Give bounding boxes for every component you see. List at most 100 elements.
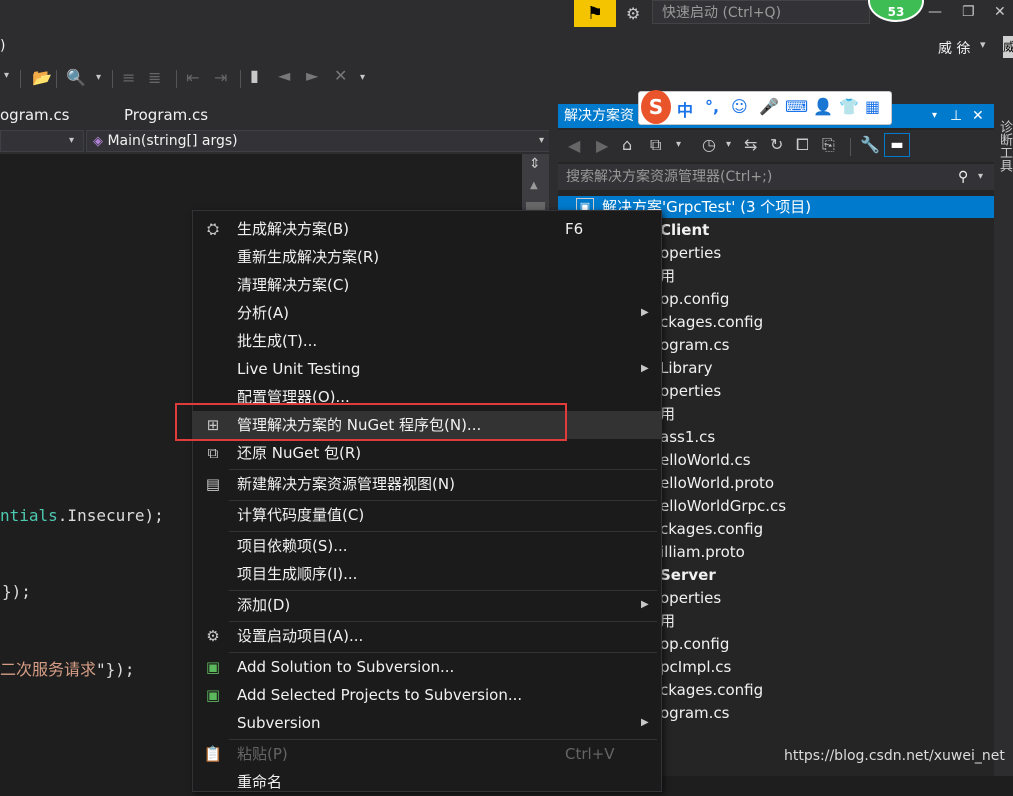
find-icon[interactable]: 🔍 [66, 68, 86, 87]
diagnostic-tools-strip[interactable]: 诊断工具 [994, 64, 1013, 776]
chevron-down-icon[interactable]: ▾ [726, 139, 731, 150]
menu-item-build[interactable]: ⛭ 生成解决方案(B) F6 [193, 215, 661, 243]
restore-button[interactable]: ❐ [962, 4, 975, 20]
menu-item-build-order[interactable]: 项目生成顺序(I)... [193, 560, 661, 588]
menu-item-batch-build[interactable]: 批生成(T)... [193, 327, 661, 355]
split-icon[interactable]: ⇕ [529, 156, 541, 172]
menu-item-new-view[interactable]: ▤ 新建解决方案资源管理器视图(N) [193, 470, 661, 498]
menu-item-code-metrics[interactable]: 计算代码度量值(C) [193, 501, 661, 529]
refresh-icon[interactable]: ↻ [770, 135, 783, 154]
toolbar-separator [56, 70, 57, 88]
ime-punctuation-toggle[interactable]: °, [705, 97, 719, 116]
tree-item[interactable]: ckages.config [660, 679, 990, 702]
emoji-icon[interactable]: ☺ [731, 97, 748, 116]
tree-item[interactable]: ass1.cs [660, 426, 990, 449]
next-bookmark-icon[interactable]: ► [306, 66, 318, 85]
prev-bookmark-icon[interactable]: ◄ [278, 66, 290, 85]
tree-item[interactable]: ogram.cs [660, 702, 990, 725]
user-name[interactable]: 威 徐 [938, 38, 970, 58]
menu-item-rename[interactable]: 重命名 [193, 768, 661, 796]
chevron-down-icon[interactable]: ▾ [676, 139, 681, 150]
menu-item-restore-nuget[interactable]: ⧉ 还原 NuGet 包(R) [193, 439, 661, 467]
forward-icon[interactable]: ▶ [596, 136, 608, 155]
chevron-down-icon[interactable]: ▾ [360, 72, 365, 83]
search-icon[interactable]: ⚲ [958, 164, 968, 190]
menu-item-add-solution-svn[interactable]: ▣ Add Solution to Subversion... [193, 653, 661, 681]
tree-item[interactable]: pcImpl.cs [660, 656, 990, 679]
tree-item[interactable]: elloWorld.proto [660, 472, 990, 495]
microphone-icon[interactable]: 🎤 [759, 97, 779, 116]
menu-item-rebuild[interactable]: 重新生成解决方案(R) [193, 243, 661, 271]
outdent-icon[interactable]: ⇤ [186, 68, 199, 87]
feedback-flag-icon[interactable]: ⚑ [574, 0, 616, 27]
tree-item[interactable]: Client [660, 219, 990, 242]
scroll-up-icon[interactable]: ▲ [530, 180, 538, 191]
type-dropdown[interactable]: ▾ [0, 130, 84, 152]
tree-item[interactable]: operties [660, 242, 990, 265]
chevron-down-icon[interactable]: ▾ [4, 70, 9, 81]
member-dropdown[interactable]: ◈ Main(string[] args) ▾ [86, 130, 550, 152]
indent-icon[interactable]: ⇥ [214, 68, 227, 87]
ime-toolbar[interactable]: S 中 °, ☺ 🎤 ⌨ 👤 👕 ▦ [638, 90, 892, 125]
properties-wrench-icon[interactable]: 🔧 [860, 135, 880, 154]
minimize-button[interactable]: — [928, 4, 942, 20]
chevron-down-icon[interactable]: ▾ [96, 72, 101, 83]
tab-program-cs[interactable]: Program.cs [124, 106, 208, 124]
menu-item-set-startup[interactable]: ⚙ 设置启动项目(A)... [193, 622, 661, 650]
tree-item[interactable]: ckages.config [660, 518, 990, 541]
menu-item-paste[interactable]: 📋 粘贴(P) Ctrl+V [193, 740, 661, 768]
chevron-down-icon[interactable]: ▾ [978, 164, 983, 190]
switch-views-icon[interactable]: ⧉ [650, 135, 661, 155]
tree-item[interactable]: ogram.cs [660, 334, 990, 357]
tree-item[interactable]: 用 [660, 610, 990, 633]
clear-bookmarks-icon[interactable]: ✕ [334, 66, 347, 85]
bookmark-icon[interactable]: ▮ [250, 66, 259, 85]
keyboard-icon[interactable]: ⌨ [785, 97, 808, 116]
menu-item-add-projects-svn[interactable]: ▣ Add Selected Projects to Subversion... [193, 681, 661, 709]
tree-item[interactable]: elloWorld.cs [660, 449, 990, 472]
back-icon[interactable]: ◀ [568, 136, 580, 155]
avatar[interactable]: 威 [1003, 36, 1013, 58]
tree-item[interactable]: 用 [660, 403, 990, 426]
solution-explorer-search[interactable]: 搜索解决方案资源管理器(Ctrl+;) ⚲ ▾ [558, 164, 994, 190]
skin-icon[interactable]: 👕 [839, 97, 859, 116]
quick-launch-input[interactable]: 快速启动 (Ctrl+Q) [652, 0, 870, 24]
collapse-all-icon[interactable]: ⧠ [796, 135, 809, 155]
tab-program-cs-left[interactable]: ogram.cs [0, 106, 70, 124]
tree-item[interactable]: op.config [660, 633, 990, 656]
tree-item[interactable]: op.config [660, 288, 990, 311]
diagnostic-tools-tab[interactable]: 诊断工具 [995, 120, 1013, 172]
panel-close-icon[interactable]: ✕ [972, 104, 984, 128]
tree-item[interactable]: 用 [660, 265, 990, 288]
comment-icon[interactable]: ≡ [122, 68, 135, 87]
tree-item[interactable]: Library [660, 357, 990, 380]
panel-menu-icon[interactable]: ▾ [932, 104, 937, 128]
menu-item-clean[interactable]: 清理解决方案(C) [193, 271, 661, 299]
preview-selected-icon[interactable]: ▬ [884, 133, 910, 157]
tree-item[interactable]: operties [660, 587, 990, 610]
tree-item[interactable]: elloWorldGrpc.cs [660, 495, 990, 518]
menu-item-add[interactable]: 添加(D) ▶ [193, 591, 661, 619]
home-icon[interactable]: ⌂ [622, 135, 632, 154]
user-dropdown-icon[interactable]: ▾ [980, 38, 986, 51]
show-all-files-icon[interactable]: ⎘ [822, 135, 835, 155]
pin-icon[interactable]: ⊥ [950, 104, 962, 128]
tree-item[interactable]: operties [660, 380, 990, 403]
account-settings-icon[interactable]: ⚙ [626, 4, 640, 23]
menu-item-live-unit-testing[interactable]: Live Unit Testing ▶ [193, 355, 661, 383]
tree-item[interactable]: illiam.proto [660, 541, 990, 564]
sync-icon[interactable]: ⇆ [744, 135, 757, 154]
user-icon[interactable]: 👤 [813, 97, 833, 116]
menu-item-subversion[interactable]: Subversion ▶ [193, 709, 661, 737]
close-button[interactable]: ✕ [994, 4, 1006, 20]
menu-item-analyze[interactable]: 分析(A) ▶ [193, 299, 661, 327]
tree-item[interactable]: ckages.config [660, 311, 990, 334]
toolbox-grid-icon[interactable]: ▦ [865, 97, 880, 116]
tree-item[interactable]: Server [660, 564, 990, 587]
folder-search-icon[interactable]: 📂 [32, 68, 52, 87]
menu-item-project-dependencies[interactable]: 项目依赖项(S)... [193, 532, 661, 560]
uncomment-icon[interactable]: ≣ [148, 68, 161, 87]
pending-changes-icon[interactable]: ◷ [702, 135, 716, 154]
ime-language-toggle[interactable]: 中 [677, 97, 693, 121]
editor-tab-strip [0, 104, 558, 128]
